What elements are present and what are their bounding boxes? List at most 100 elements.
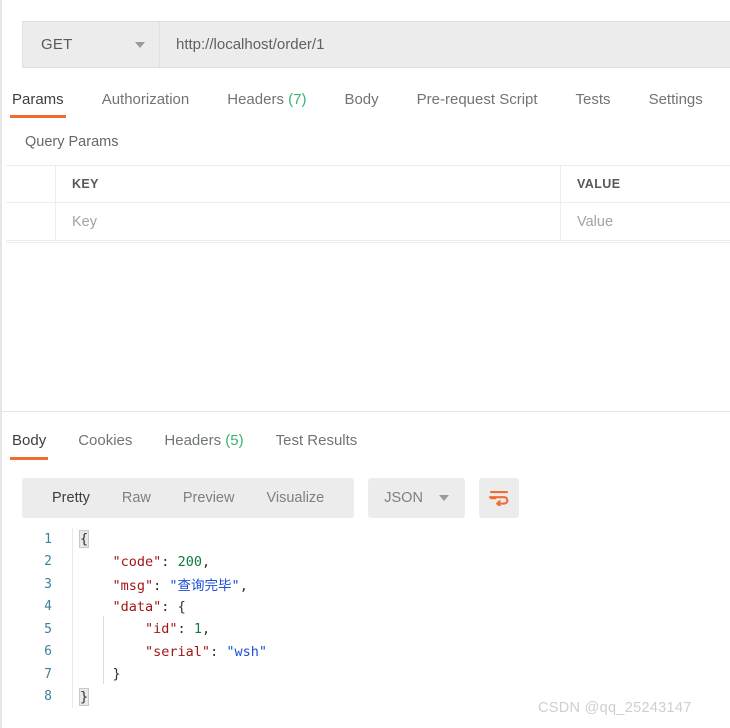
code-line-text: } <box>52 687 90 706</box>
code-token-pun: { <box>78 530 90 549</box>
column-header-key-label: KEY <box>72 177 99 191</box>
request-tab-label: Pre-request Script <box>416 91 538 108</box>
code-token-pun <box>80 666 113 682</box>
request-tab-count: (7) <box>283 91 307 108</box>
code-token-pun <box>80 578 113 594</box>
code-token-key: "code" <box>112 553 162 570</box>
response-tab-label: Body <box>12 432 47 449</box>
format-mode-pretty[interactable]: Pretty <box>36 490 106 506</box>
code-line: 3 "msg": "查询完毕", <box>0 573 730 596</box>
response-tab-test-results[interactable]: Test Results <box>276 432 358 460</box>
code-line-text: "msg": "查询完毕", <box>52 574 248 594</box>
code-line-text: "data": { <box>52 599 186 615</box>
chevron-down-icon <box>135 41 145 48</box>
wrap-text-icon <box>488 491 509 506</box>
request-tab-headers[interactable]: Headers (7) <box>227 86 306 118</box>
table-row: Key Value <box>6 203 730 241</box>
code-line: 2 "code": 200, <box>0 551 730 574</box>
watermark: CSDN @qq_25243147 <box>538 700 692 716</box>
request-tabs: Params Authorization Headers (7) Body Pre-re… <box>0 86 730 124</box>
request-tab-tests[interactable]: Tests <box>576 86 611 118</box>
table-bottom-border <box>6 242 730 243</box>
code-line-text: } <box>52 666 121 682</box>
format-mode-preview[interactable]: Preview <box>167 490 251 506</box>
response-tab-cookies[interactable]: Cookies <box>78 432 132 460</box>
code-line-number: 5 <box>44 621 52 637</box>
request-tab-authorization[interactable]: Authorization <box>102 86 190 118</box>
code-token-pun: , <box>239 578 248 595</box>
table-header-row: KEY VALUE <box>6 165 730 203</box>
code-line-text: "code": 200, <box>52 553 211 570</box>
request-tab-label: Params <box>12 91 64 108</box>
code-line-number: 6 <box>44 644 52 660</box>
code-token-str: "查询完毕" <box>169 578 240 595</box>
wrap-text-button[interactable] <box>478 478 519 518</box>
format-mode-visualize[interactable]: Visualize <box>250 490 340 506</box>
request-tab-label: Tests <box>575 91 611 108</box>
code-token-pun <box>80 621 145 637</box>
request-tab-settings[interactable]: Settings <box>649 86 703 118</box>
code-token-pun: : <box>177 621 194 638</box>
code-token-key: "id" <box>145 621 178 638</box>
code-token-pun: : <box>161 553 178 570</box>
response-tab-headers[interactable]: Headers (5) <box>164 432 243 460</box>
code-token-key: "serial" <box>145 643 211 660</box>
query-params-title: Query Params <box>25 134 119 150</box>
code-line-number: 7 <box>44 666 52 682</box>
request-tab-pre-request-script[interactable]: Pre-request Script <box>417 86 538 118</box>
response-tab-body[interactable]: Body <box>9 432 49 460</box>
code-token-num: 200 <box>177 553 202 570</box>
column-header-value-label: VALUE <box>577 177 621 191</box>
code-line-text: "serial": "wsh" <box>52 644 267 660</box>
response-tab-label: Test Results <box>275 432 358 449</box>
code-token-pun <box>80 554 113 570</box>
response-format-toolbar: Pretty Raw Preview Visualize JSON <box>22 478 519 518</box>
code-line-number: 2 <box>44 554 52 570</box>
code-line-text: { <box>52 530 90 549</box>
code-token-pun: , <box>201 621 211 638</box>
request-tab-params[interactable]: Params <box>10 86 66 118</box>
request-tab-label: Authorization <box>101 91 190 108</box>
code-line-number: 1 <box>44 531 52 547</box>
param-key-placeholder: Key <box>72 213 97 230</box>
param-value-input[interactable]: Value <box>561 203 730 240</box>
code-token-str: "wsh" <box>226 643 267 660</box>
row-checkbox-cell[interactable] <box>6 203 56 240</box>
code-line: 4 "data": { <box>0 596 730 619</box>
request-tab-body[interactable]: Body <box>344 86 378 118</box>
code-line-number: 4 <box>44 599 52 615</box>
param-key-input[interactable]: Key <box>56 203 561 240</box>
response-pane-divider[interactable] <box>0 411 730 412</box>
code-token-pun: : <box>153 578 170 595</box>
url-input[interactable]: http://localhost/order/1 <box>160 21 730 68</box>
response-tab-label: Cookies <box>78 432 133 449</box>
code-token-key: "data" <box>112 598 162 615</box>
request-tab-label: Settings <box>648 91 703 108</box>
request-tab-label: Body <box>344 91 379 108</box>
code-line-number: 8 <box>44 689 52 705</box>
code-token-pun <box>80 599 113 615</box>
response-language-label: JSON <box>384 490 423 506</box>
column-header-value: VALUE <box>561 166 730 202</box>
request-tab-label: Headers <box>227 91 284 108</box>
http-method-label: GET <box>41 36 73 53</box>
code-token-pun: : <box>210 643 227 660</box>
response-tab-count: (5) <box>221 432 244 449</box>
chevron-down-icon <box>438 495 449 501</box>
format-mode-raw[interactable]: Raw <box>106 490 167 506</box>
code-token-pun: : <box>161 598 178 615</box>
response-body-code[interactable]: 1{2 "code": 200, 3 "msg": "查询完毕", 4 "data"… <box>0 528 730 708</box>
code-token-pun: , <box>201 553 211 570</box>
format-mode-group: Pretty Raw Preview Visualize <box>22 478 355 518</box>
column-header-key: KEY <box>56 166 561 202</box>
response-language-selector[interactable]: JSON <box>368 478 465 518</box>
code-line: 1{ <box>0 528 730 551</box>
http-method-selector[interactable]: GET <box>22 21 160 68</box>
code-line: 7 } <box>0 663 730 686</box>
query-params-table: KEY VALUE Key Value <box>6 165 730 241</box>
code-token-num: 1 <box>193 621 202 638</box>
code-token-key: "msg" <box>112 578 154 595</box>
code-line-text: "id": 1, <box>52 621 210 637</box>
select-all-checkbox-cell[interactable] <box>6 166 56 202</box>
code-line-number: 3 <box>44 576 52 592</box>
